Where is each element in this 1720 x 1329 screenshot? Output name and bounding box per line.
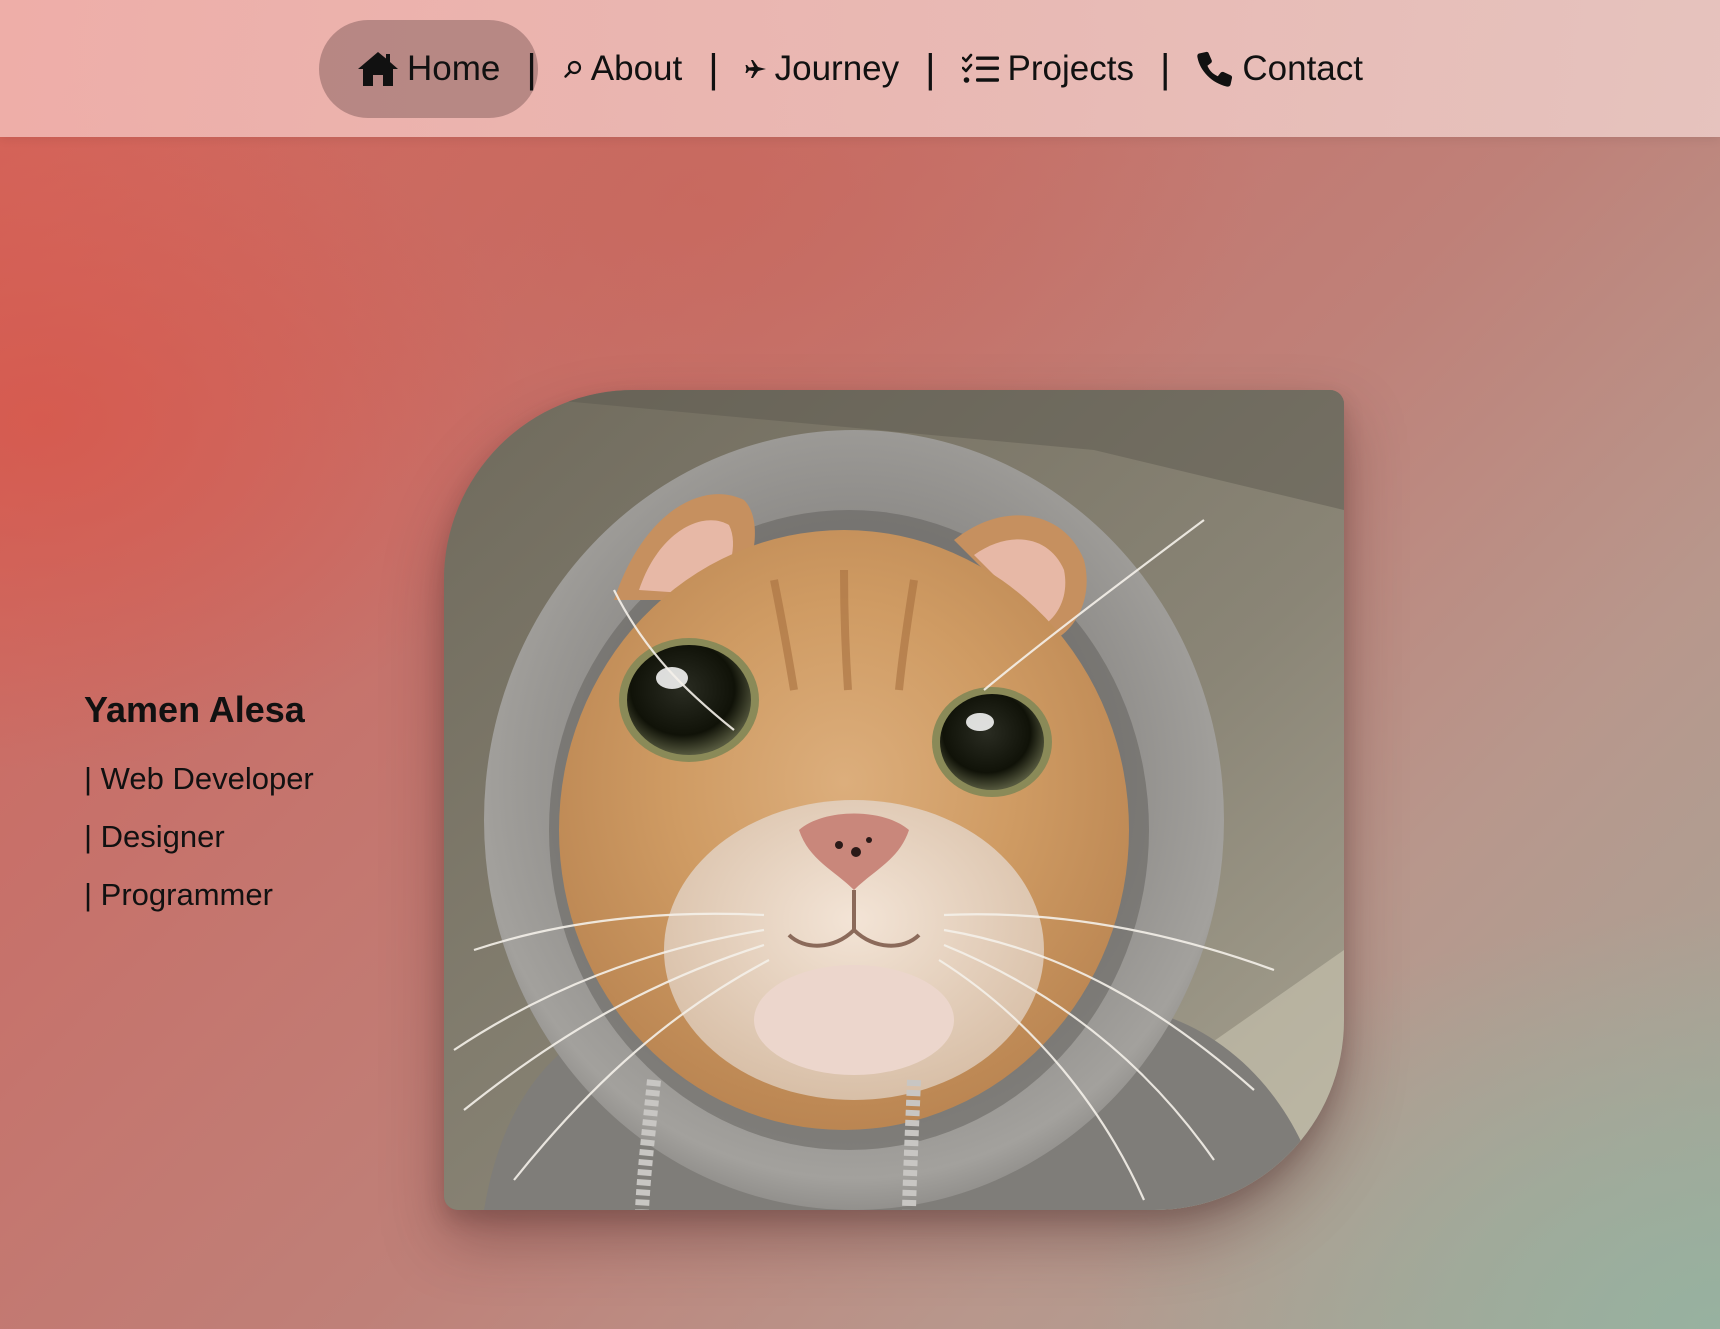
profile-photo bbox=[444, 390, 1344, 1210]
nav-menu: Home | About | Journey | Projects | Cont… bbox=[0, 0, 1720, 137]
home-icon bbox=[357, 50, 399, 88]
profile-name: Yamen Alesa bbox=[84, 689, 305, 730]
nav-item-projects[interactable]: Projects bbox=[924, 20, 1172, 118]
nav-item-about[interactable]: About bbox=[525, 20, 720, 118]
role-web-developer: | Web Developer bbox=[84, 761, 314, 796]
hero-intro: Yamen Alesa | Web Developer | Designer |… bbox=[84, 690, 314, 924]
cat-in-hoodie-illustration bbox=[444, 390, 1344, 1210]
search-icon bbox=[563, 59, 583, 79]
checklist-icon bbox=[961, 53, 1000, 85]
nav-item-label: Home bbox=[407, 48, 501, 88]
airplane-icon bbox=[745, 58, 767, 80]
nav-item-home[interactable]: Home bbox=[319, 19, 539, 118]
nav-item-label: Contact bbox=[1242, 48, 1363, 88]
nav-item-label: Journey bbox=[774, 48, 900, 88]
role-designer: | Designer bbox=[84, 819, 225, 854]
nav-item-label: About bbox=[590, 48, 683, 88]
top-navbar: Home | About | Journey | Projects | Cont… bbox=[0, 0, 1720, 137]
phone-icon bbox=[1196, 50, 1234, 88]
nav-item-label: Projects bbox=[1007, 48, 1134, 88]
nav-item-contact[interactable]: Contact bbox=[1158, 20, 1401, 118]
nav-item-journey[interactable]: Journey bbox=[707, 20, 938, 118]
role-programmer: | Programmer bbox=[84, 877, 273, 912]
